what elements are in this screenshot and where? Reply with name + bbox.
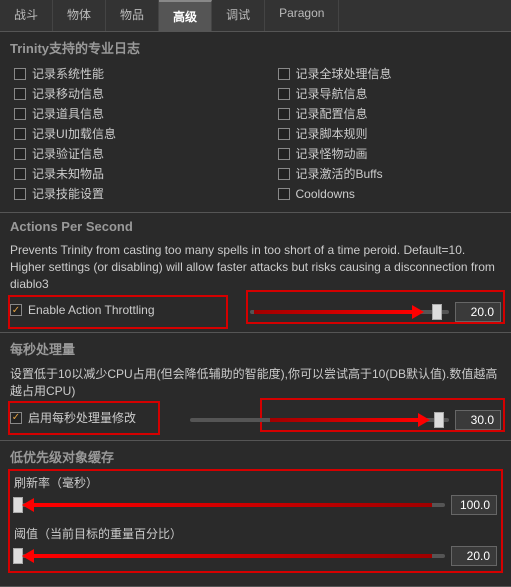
checkbox-icon xyxy=(278,68,290,80)
slider-thumb[interactable] xyxy=(13,497,23,513)
cb-log-config[interactable]: 记录配置信息 xyxy=(278,105,502,122)
tab-debug[interactable]: 调试 xyxy=(212,0,265,31)
tab-objects[interactable]: 物体 xyxy=(53,0,106,31)
slider-thumb[interactable] xyxy=(432,304,442,320)
cb-log-global[interactable]: 记录全球处理信息 xyxy=(278,65,502,82)
tab-items[interactable]: 物品 xyxy=(106,0,159,31)
cb-log-monster[interactable]: 记录怪物动画 xyxy=(278,145,502,162)
threshold-value[interactable]: 20.0 xyxy=(451,546,497,566)
refresh-rate-slider[interactable] xyxy=(14,503,445,507)
aps-description: Prevents Trinity from casting too many s… xyxy=(10,242,501,292)
tab-bar: 战斗 物体 物品 高级 调试 Paragon xyxy=(0,0,511,32)
refresh-rate-value[interactable]: 100.0 xyxy=(451,495,497,515)
section-trinity-logs: Trinity支持的专业日志 记录系统性能 记录全球处理信息 记录移动信息 记录… xyxy=(0,32,511,213)
checkbox-icon xyxy=(14,88,26,100)
cb-log-item[interactable]: 记录道具信息 xyxy=(14,105,238,122)
tps-slider[interactable] xyxy=(190,418,449,422)
checkbox-icon xyxy=(14,128,26,140)
checkbox-icon xyxy=(14,108,26,120)
tab-advanced[interactable]: 高级 xyxy=(159,0,212,31)
cb-log-ui[interactable]: 记录UI加载信息 xyxy=(14,125,238,142)
checkbox-icon xyxy=(14,168,26,180)
checkbox-icon xyxy=(278,108,290,120)
aps-value[interactable]: 20.0 xyxy=(455,302,501,322)
checkbox-icon xyxy=(278,168,290,180)
section-low-priority-cache: 低优先级对象缓存 刷新率（毫秒） 100.0 阈值（当前目标的重量百分比） 20… xyxy=(0,441,511,587)
tps-value[interactable]: 30.0 xyxy=(455,410,501,430)
section-title: 每秒处理量 xyxy=(10,339,501,358)
cb-log-verify[interactable]: 记录验证信息 xyxy=(14,145,238,162)
cb-log-move[interactable]: 记录移动信息 xyxy=(14,85,238,102)
tab-combat[interactable]: 战斗 xyxy=(0,0,53,31)
slider-thumb[interactable] xyxy=(434,412,444,428)
cb-log-buffs[interactable]: 记录激活的Buffs xyxy=(278,165,502,182)
cb-log-script[interactable]: 记录脚本规则 xyxy=(278,125,502,142)
section-ticks-per-second: 每秒处理量 设置低于10以减少CPU占用(但会降低辅助的智能度),你可以尝试高于… xyxy=(0,333,511,441)
cb-log-cooldowns[interactable]: Cooldowns xyxy=(278,185,502,202)
checkbox-icon xyxy=(278,128,290,140)
tps-description: 设置低于10以减少CPU占用(但会降低辅助的智能度),你可以尝试高于10(DB默… xyxy=(10,366,501,400)
section-title: 低优先级对象缓存 xyxy=(10,447,501,466)
checkbox-icon xyxy=(14,188,26,200)
cb-log-nav[interactable]: 记录导航信息 xyxy=(278,85,502,102)
threshold-slider[interactable] xyxy=(14,554,445,558)
section-actions-per-second: Actions Per Second Prevents Trinity from… xyxy=(0,213,511,333)
cb-log-unknown[interactable]: 记录未知物品 xyxy=(14,165,238,182)
tab-paragon[interactable]: Paragon xyxy=(265,0,339,31)
cb-log-perf[interactable]: 记录系统性能 xyxy=(14,65,238,82)
cb-log-skill[interactable]: 记录技能设置 xyxy=(14,185,238,202)
section-title: Trinity支持的专业日志 xyxy=(10,38,501,57)
slider-thumb[interactable] xyxy=(13,548,23,564)
aps-slider[interactable] xyxy=(250,310,449,314)
section-title: Actions Per Second xyxy=(10,219,501,234)
checkbox-icon xyxy=(14,148,26,160)
checkbox-icon xyxy=(278,148,290,160)
checkbox-icon xyxy=(278,88,290,100)
checkbox-icon xyxy=(278,188,290,200)
checkbox-icon xyxy=(14,68,26,80)
